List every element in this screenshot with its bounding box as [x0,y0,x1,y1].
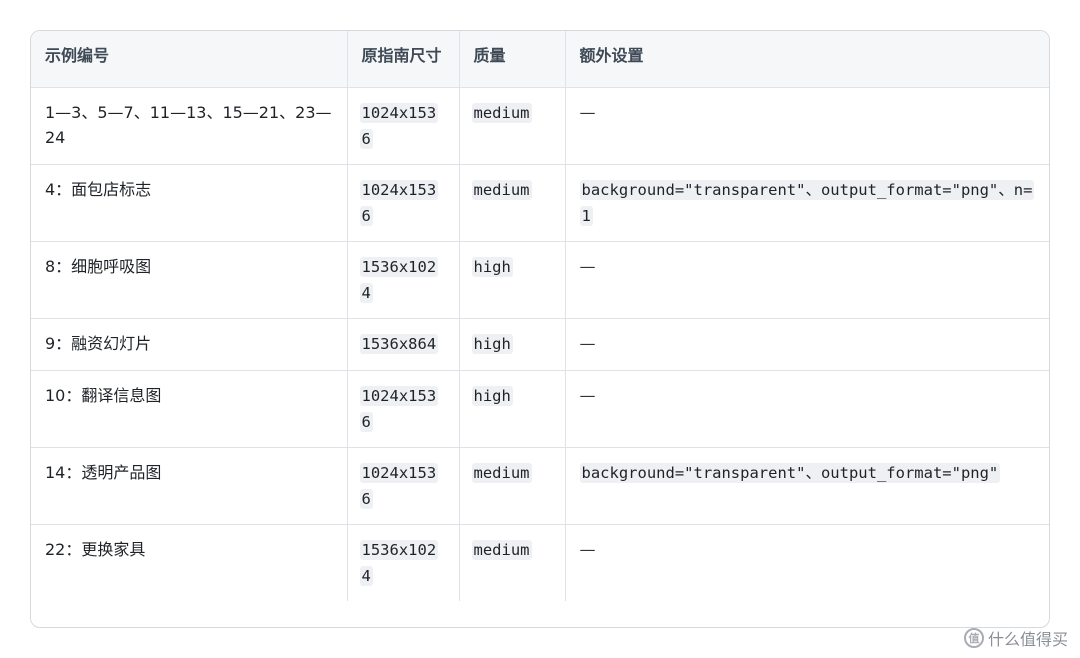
site-watermark: 值 什么值得买 [963,626,1068,650]
cell-size: 1024x1536 [347,370,460,448]
settings-table: 示例编号 原指南尺寸 质量 额外设置 1—3、5—7、11—13、15—21、2… [31,31,1049,601]
cell-example-number: 1—3、5—7、11—13、15—21、23—24 [31,87,348,165]
cell-extra-settings: — [565,524,1049,601]
cell-quality: medium [459,524,566,601]
cell-quality: medium [459,447,566,525]
extra-settings-code: background="transparent"、output_format="… [579,179,1035,226]
quality-code: medium [471,179,532,200]
size-code: 1024x1536 [359,179,439,226]
cell-example-number: 8：细胞呼吸图 [31,241,348,319]
extra-settings-none: — [579,385,596,405]
header-extra-settings: 额外设置 [565,31,1049,88]
cell-extra-settings: — [565,318,1049,371]
table-row: 9：融资幻灯片 1536x864 high — [31,318,1049,371]
header-original-size: 原指南尺寸 [347,31,460,88]
cell-size: 1536x1024 [347,524,460,601]
cell-size: 1024x1536 [347,87,460,165]
cell-extra-settings: — [565,87,1049,165]
cell-size: 1024x1536 [347,447,460,525]
cell-example-number: 14：透明产品图 [31,447,348,525]
header-example-number: 示例编号 [31,31,348,88]
cell-size: 1536x1024 [347,241,460,319]
cell-extra-settings: background="transparent"、output_format="… [565,164,1049,242]
size-code: 1024x1536 [359,385,439,432]
cell-example-number: 22：更换家具 [31,524,348,601]
table-row: 22：更换家具 1536x1024 medium — [31,524,1049,601]
quality-code: high [471,385,513,406]
watermark-text: 什么值得买 [987,630,1068,649]
cell-extra-settings: — [565,370,1049,448]
size-code: 1024x1536 [359,102,439,149]
table-row: 1—3、5—7、11—13、15—21、23—24 1024x1536 medium… [31,87,1049,165]
size-code: 1536x1024 [359,539,439,586]
cell-example-number: 4：面包店标志 [31,164,348,242]
extra-settings-code: background="transparent"、output_format="… [579,462,1001,483]
quality-code: high [471,333,513,354]
cell-example-number: 9：融资幻灯片 [31,318,348,371]
cell-quality: medium [459,87,566,165]
extra-settings-none: — [579,256,596,276]
size-code: 1536x864 [359,333,439,354]
cell-size: 1024x1536 [347,164,460,242]
extra-settings-none: — [579,102,596,122]
cell-example-number: 10：翻译信息图 [31,370,348,448]
size-code: 1024x1536 [359,462,439,509]
cell-extra-settings: — [565,241,1049,319]
table-row: 8：细胞呼吸图 1536x1024 high — [31,241,1049,319]
cell-extra-settings: background="transparent"、output_format="… [565,447,1049,525]
cell-size: 1536x864 [347,318,460,371]
zhi-icon: 值 [963,628,984,648]
cell-quality: medium [459,164,566,242]
table-header-row: 示例编号 原指南尺寸 质量 额外设置 [31,31,1049,88]
table-row: 4：面包店标志 1024x1536 medium background="transp… [31,164,1049,242]
quality-code: medium [471,462,532,483]
cell-quality: high [459,318,566,371]
extra-settings-none: — [579,333,596,353]
quality-code: high [471,256,513,277]
cell-quality: high [459,370,566,448]
table-row: 14：透明产品图 1024x1536 medium background="trans… [31,447,1049,525]
quality-code: medium [471,539,532,560]
header-quality: 质量 [459,31,566,88]
cell-quality: high [459,241,566,319]
settings-table-container: 示例编号 原指南尺寸 质量 额外设置 1—3、5—7、11—13、15—21、2… [30,30,1050,628]
size-code: 1536x1024 [359,256,439,303]
quality-code: medium [471,102,532,123]
table-row: 10：翻译信息图 1024x1536 high — [31,370,1049,448]
extra-settings-none: — [579,539,596,559]
